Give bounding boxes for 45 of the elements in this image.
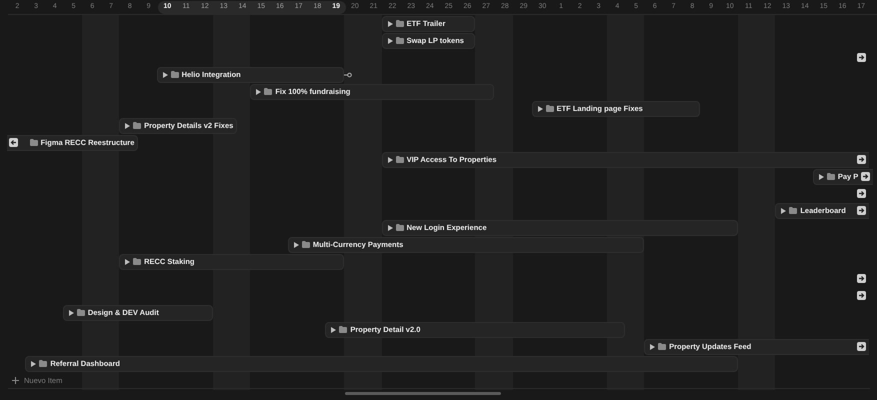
toggle-icon[interactable] [256, 88, 262, 94]
toggle-icon[interactable] [162, 72, 168, 78]
folder-icon [30, 139, 38, 146]
folder-icon [396, 37, 404, 44]
toggle-icon[interactable] [125, 258, 130, 264]
toggle-icon[interactable] [388, 20, 393, 26]
folder-icon [170, 71, 179, 78]
toggle-icon[interactable] [294, 242, 299, 248]
plus-icon [12, 377, 19, 384]
toggle-icon[interactable] [650, 344, 656, 350]
folder-icon [133, 122, 142, 129]
toggle-icon[interactable] [538, 106, 543, 112]
folder-icon [546, 105, 554, 112]
toggle-icon[interactable] [388, 156, 393, 162]
toggle-icon[interactable] [818, 174, 824, 180]
folder-icon [39, 360, 48, 367]
folder-icon [133, 258, 142, 265]
right-arrow-icon[interactable] [857, 155, 866, 164]
toggle-icon[interactable] [331, 326, 336, 332]
toggle-icon[interactable] [125, 122, 130, 128]
toggle-icon[interactable] [388, 224, 393, 230]
dependency-handle-icon[interactable] [344, 72, 352, 78]
folder-icon [76, 309, 85, 316]
folder-icon [339, 326, 348, 333]
right-arrow-icon[interactable] [857, 291, 866, 300]
right-arrow-icon[interactable] [857, 274, 866, 283]
right-arrow-icon[interactable] [857, 53, 866, 62]
scrollbar-thumb[interactable] [345, 392, 501, 395]
folder-icon [396, 224, 404, 231]
folder-icon [302, 241, 310, 248]
right-arrow-icon[interactable] [861, 172, 870, 181]
right-arrow-icon[interactable] [857, 189, 866, 198]
left-arrow-icon[interactable] [8, 138, 18, 147]
toggle-icon[interactable] [31, 360, 36, 366]
folder-icon [658, 343, 666, 350]
right-arrow-icon[interactable] [857, 206, 866, 215]
folder-icon [789, 207, 798, 214]
toggle-icon[interactable] [388, 38, 393, 44]
folder-icon [396, 20, 404, 27]
folder-icon [396, 156, 404, 163]
toggle-icon[interactable] [68, 310, 74, 316]
folder-icon [826, 173, 835, 180]
folder-icon [264, 88, 272, 95]
toggle-icon[interactable] [781, 208, 786, 214]
right-arrow-icon[interactable] [857, 342, 866, 351]
